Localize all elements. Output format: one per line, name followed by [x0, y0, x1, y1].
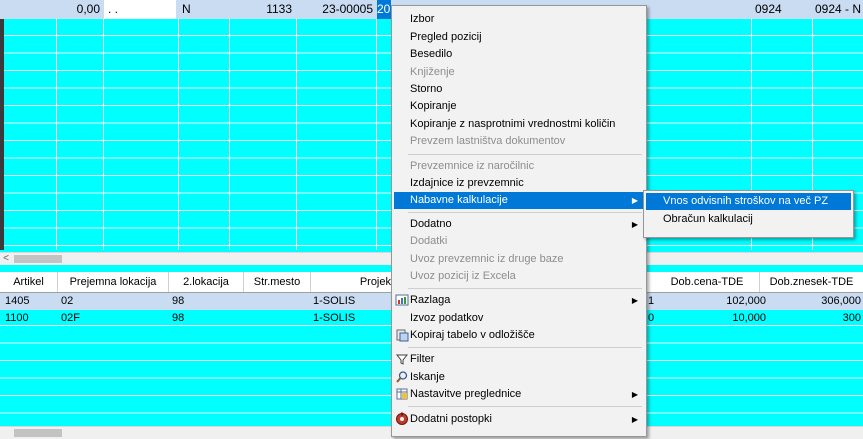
scroll-left-icon[interactable]: <	[0, 253, 12, 265]
clipboard-icon	[395, 328, 409, 342]
cell-cena: 10,000	[732, 312, 766, 324]
chart-icon	[395, 293, 409, 307]
cell-document[interactable]: 23-00005	[297, 0, 373, 19]
settings-icon	[395, 387, 409, 401]
cell-projekt: 1-SOLIS	[313, 312, 356, 324]
submenu-arrow-icon: ▶	[631, 196, 638, 205]
cell-fragment: 1	[648, 295, 655, 307]
menu-item-nastavitve-preglednice[interactable]: Nastavitve preglednice ▶	[394, 386, 644, 403]
menu-separator	[408, 406, 642, 407]
menu-item-kopiranje-nasprotne[interactable]: Kopiranje z nasprotnimi vrednostmi količ…	[394, 116, 644, 133]
menu-item-izdajnice-iz-prevzemnic[interactable]: Izdajnice iz prevzemnic	[394, 175, 644, 192]
menu-item-kopiraj-tabelo[interactable]: Kopiraj tabelo v odložišče	[394, 327, 644, 344]
menu-item-knjizenje[interactable]: Knjiženje	[394, 64, 644, 81]
menu-separator	[408, 347, 642, 348]
cell-fragment[interactable]: 202	[377, 0, 391, 19]
cell-cena: 102,000	[726, 295, 766, 307]
cell-date-input[interactable]: . .	[104, 0, 176, 19]
menu-item-iskanje[interactable]: Iskanje	[394, 369, 644, 386]
col-projekt[interactable]: Projek	[311, 272, 392, 292]
col-str-mesto[interactable]: Str.mesto	[244, 272, 311, 292]
row-indicator-column	[0, 0, 4, 250]
menu-item-uvoz-prevzemnic[interactable]: Uvoz prevzemnic iz druge baze	[394, 251, 644, 268]
submenu-nabavne-kalkulacije: Vnos odvisnih stroškov na več PZ Obračun…	[643, 190, 854, 238]
submenu-item-obracun-kalkulacij[interactable]: Obračun kalkulacij	[646, 211, 851, 228]
menu-item-razlaga[interactable]: Razlaga ▶	[394, 292, 644, 309]
grid-line	[296, 0, 297, 250]
submenu-item-vnos-odvisnih-stroskov[interactable]: Vnos odvisnih stroškov na več PZ	[646, 193, 851, 210]
date-placeholder: . .	[108, 2, 119, 16]
cell-lokacija: 02	[61, 295, 74, 307]
cell-artikel: 1405	[5, 295, 30, 307]
cell-flag[interactable]: N	[182, 0, 226, 19]
menu-separator	[408, 288, 642, 289]
grid-line	[376, 0, 377, 250]
menu-item-besedilo[interactable]: Besedilo	[394, 46, 644, 63]
menu-item-dodatni-postopki[interactable]: Dodatni postopki ▶	[394, 411, 644, 428]
grid-line	[103, 0, 104, 250]
menu-item-prevzem-lastnistva[interactable]: Prevzem lastništva dokumentov	[394, 133, 644, 150]
menu-item-dodatki[interactable]: Dodatki	[394, 233, 644, 250]
cell-lokacija: 02F	[61, 312, 80, 324]
menu-item-storno[interactable]: Storno	[394, 81, 644, 98]
col-artikel[interactable]: Artikel	[0, 272, 58, 292]
filter-icon	[395, 352, 409, 366]
menu-separator	[408, 212, 642, 213]
col-dob-znesek[interactable]: Dob.znesek-TDE	[760, 272, 863, 292]
cell-code-name[interactable]: 0924 - N	[815, 0, 863, 19]
scroll-thumb[interactable]	[14, 429, 62, 437]
menu-item-dodatno[interactable]: Dodatno ▶	[394, 216, 644, 233]
submenu-arrow-icon: ▶	[631, 220, 638, 229]
grid-line	[56, 0, 57, 250]
cell-lokacija2: 98	[172, 312, 185, 324]
menu-item-izbor[interactable]: Izbor	[394, 11, 644, 28]
menu-item-uvoz-pozicij-excel[interactable]: Uvoz pozicij iz Excela	[394, 268, 644, 285]
menu-item-pregled-pozicij[interactable]: Pregled pozicij	[394, 29, 644, 46]
col-prejemna-lokacija[interactable]: Prejemna lokacija	[58, 272, 169, 292]
cell-projekt: 1-SOLIS	[313, 295, 356, 307]
search-icon	[395, 370, 409, 384]
scroll-thumb[interactable]	[14, 255, 62, 263]
submenu-arrow-icon: ▶	[631, 415, 638, 424]
menu-separator	[408, 154, 642, 155]
context-menu: Izbor Pregled pozicij Besedilo Knjiženje…	[391, 5, 647, 437]
cell-amount[interactable]: 0,00	[57, 0, 100, 19]
cell-artikel: 1100	[5, 312, 29, 324]
cell-znesek: 306,000	[821, 295, 861, 307]
menu-item-prevzemnice-iz-narocilnic[interactable]: Prevzemnice iz naročilnic	[394, 158, 644, 175]
menu-item-nabavne-kalkulacije[interactable]: Nabavne kalkulacije ▶	[394, 192, 644, 209]
cell-fragment: 0	[648, 312, 655, 324]
col-dob-cena[interactable]: Dob.cena-TDE	[655, 272, 760, 292]
grid-line	[229, 0, 230, 250]
col-2-lokacija[interactable]: 2.lokacija	[169, 272, 244, 292]
cell-lokacija2: 98	[172, 295, 185, 307]
grid-line	[178, 0, 179, 250]
tools-icon	[395, 412, 409, 426]
menu-item-filter[interactable]: Filter	[394, 351, 644, 368]
menu-item-kopiranje[interactable]: Kopiranje	[394, 98, 644, 115]
submenu-arrow-icon: ▶	[631, 296, 638, 305]
cell-znesek: 300	[842, 312, 861, 324]
menu-item-izvoz-podatkov[interactable]: Izvoz podatkov	[394, 310, 644, 327]
cell-code[interactable]: 0924	[755, 0, 810, 19]
cell-number[interactable]: 1133	[230, 0, 292, 19]
submenu-arrow-icon: ▶	[631, 390, 638, 399]
